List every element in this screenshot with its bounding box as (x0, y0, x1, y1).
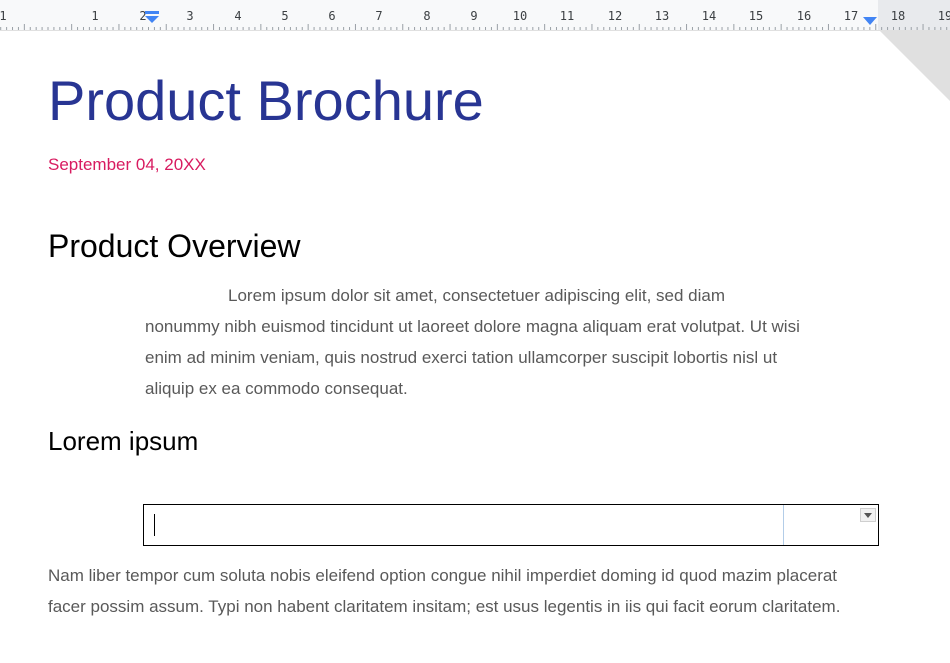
ruler-number: 5 (281, 9, 289, 23)
ruler-number: 11 (559, 9, 575, 23)
ruler-number: 7 (375, 9, 383, 23)
ruler-number: 13 (654, 9, 670, 23)
ruler-number: 1 (0, 9, 7, 23)
document-title[interactable]: Product Brochure (48, 66, 484, 136)
overview-paragraph[interactable]: Lorem ipsum dolor sit amet, consectetuer… (145, 280, 805, 404)
ruler-number: 18 (890, 9, 906, 23)
document-date[interactable]: September 04, 20XX (48, 154, 206, 176)
ruler-number: 19 (937, 9, 950, 23)
dropdown-input-field[interactable] (143, 504, 879, 546)
ruler-number: 12 (607, 9, 623, 23)
overview-first-line: Lorem ipsum dolor sit amet, consectetuer… (228, 286, 726, 305)
cell-divider (783, 505, 784, 545)
ruler-number: 4 (234, 9, 242, 23)
closing-paragraph[interactable]: Nam liber tempor cum soluta nobis eleife… (48, 560, 868, 622)
ruler-number: 10 (512, 9, 528, 23)
ruler-number: 3 (186, 9, 194, 23)
ruler-number: 15 (748, 9, 764, 23)
ruler-number: 16 (796, 9, 812, 23)
heading-product-overview[interactable]: Product Overview (48, 226, 301, 266)
ruler-number: 14 (701, 9, 717, 23)
ruler-number: 1 (91, 9, 99, 23)
ruler-number: 6 (328, 9, 336, 23)
heading-lorem-ipsum[interactable]: Lorem ipsum (48, 424, 198, 458)
ruler-number: 9 (470, 9, 478, 23)
text-cursor (154, 514, 155, 536)
page-corner-fold (880, 31, 950, 101)
horizontal-ruler[interactable]: 1 1 2 3 4 5 6 7 8 9 10 11 12 13 14 15 16 17 18 19 (0, 0, 950, 31)
dropdown-arrow-icon[interactable] (860, 508, 876, 522)
overview-rest: nonummy nibh euismod tincidunt ut laoree… (145, 317, 800, 398)
ruler-number: 17 (843, 9, 859, 23)
ruler-number: 8 (423, 9, 431, 23)
